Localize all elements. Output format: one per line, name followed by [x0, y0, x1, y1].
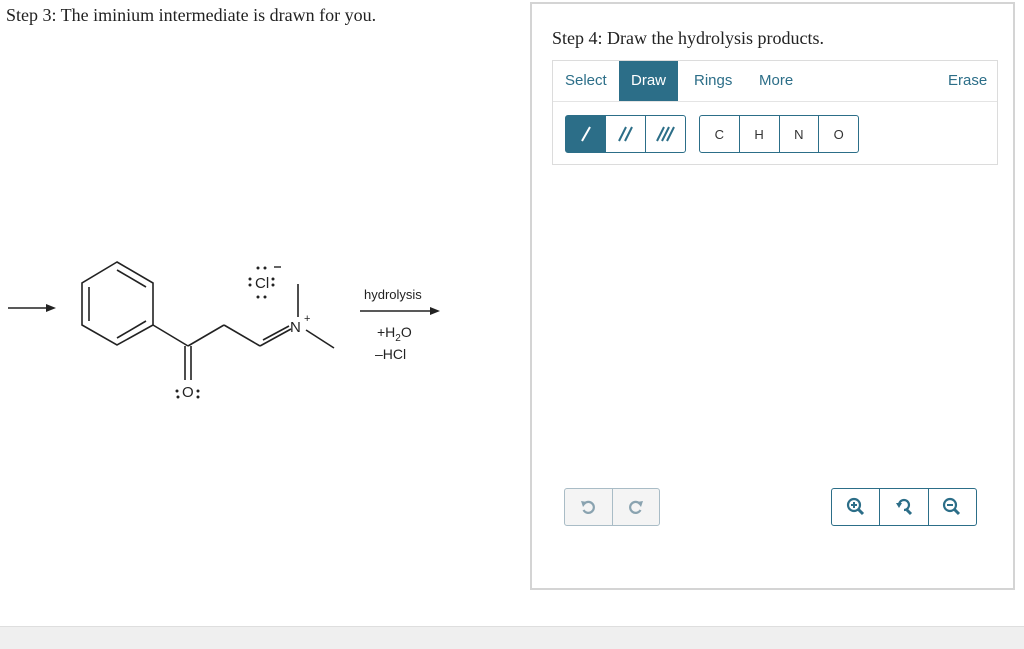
- iminium-structure: Cl N + O hydrolysis +H2O –HCl: [8, 261, 440, 401]
- triple-bond-button[interactable]: [645, 116, 685, 152]
- benzene-ring: [81, 261, 154, 346]
- atom-button-n[interactable]: N: [778, 116, 819, 152]
- step4-title: Step 4: Draw the hydrolysis products.: [552, 28, 824, 48]
- atom-button-h[interactable]: H: [738, 116, 779, 152]
- redo-button[interactable]: [611, 489, 660, 525]
- reaction-arrow: [360, 307, 440, 315]
- undo-icon: [581, 500, 596, 514]
- undo-button[interactable]: [565, 489, 612, 525]
- tab-draw[interactable]: Draw: [619, 61, 679, 101]
- svg-text:O: O: [182, 384, 194, 401]
- zoom-out-button[interactable]: [927, 489, 976, 525]
- tab-rings[interactable]: Rings: [682, 61, 744, 101]
- atom-button-c[interactable]: C: [700, 116, 739, 152]
- single-bond-button[interactable]: [566, 116, 605, 152]
- step3-title: Step 3: The iminium intermediate is draw…: [6, 5, 377, 25]
- arrow-label-top: hydrolysis: [364, 287, 422, 302]
- oxygen-atom: O: [175, 384, 200, 401]
- zoom-tools: [831, 488, 977, 526]
- double-bond-button[interactable]: [605, 116, 645, 152]
- zoom-in-icon: [846, 497, 864, 516]
- toolbar-tabs: Select Draw Rings More Erase: [553, 61, 997, 102]
- zoom-in-button[interactable]: [832, 489, 879, 525]
- atom-tools: C H N O: [699, 115, 859, 153]
- reset-zoom-button[interactable]: [879, 489, 927, 525]
- single-bond-icon: [580, 126, 591, 142]
- reset-zoom-icon: [895, 498, 913, 516]
- tab-select[interactable]: Select: [553, 61, 619, 101]
- carbonyl-bond: [184, 346, 192, 380]
- drawing-panel: Step 4: Draw the hydrolysis products. Se…: [530, 2, 1015, 590]
- triple-bond-icon: [655, 126, 675, 142]
- incoming-arrow: [8, 304, 56, 312]
- reagent-water: +H2O: [377, 324, 412, 344]
- nitrogen-atom: N +: [290, 313, 310, 336]
- svg-text:+: +: [304, 313, 310, 325]
- atom-button-o[interactable]: O: [818, 116, 858, 152]
- svg-text:Cl: Cl: [255, 275, 269, 292]
- chloride-ion: Cl: [248, 266, 281, 299]
- zoom-out-icon: [943, 497, 961, 516]
- drawing-toolbar: Select Draw Rings More Erase C H N O: [552, 60, 998, 165]
- svg-text:N: N: [290, 319, 301, 336]
- reagent-hcl: –HCl: [375, 346, 406, 362]
- bond-tools: [565, 115, 686, 153]
- history-tools: [564, 488, 660, 526]
- redo-icon: [628, 500, 643, 514]
- bottom-bar: [0, 626, 1024, 649]
- tab-more[interactable]: More: [747, 61, 805, 101]
- double-bond-icon: [617, 126, 633, 142]
- tab-erase[interactable]: Erase: [936, 61, 999, 101]
